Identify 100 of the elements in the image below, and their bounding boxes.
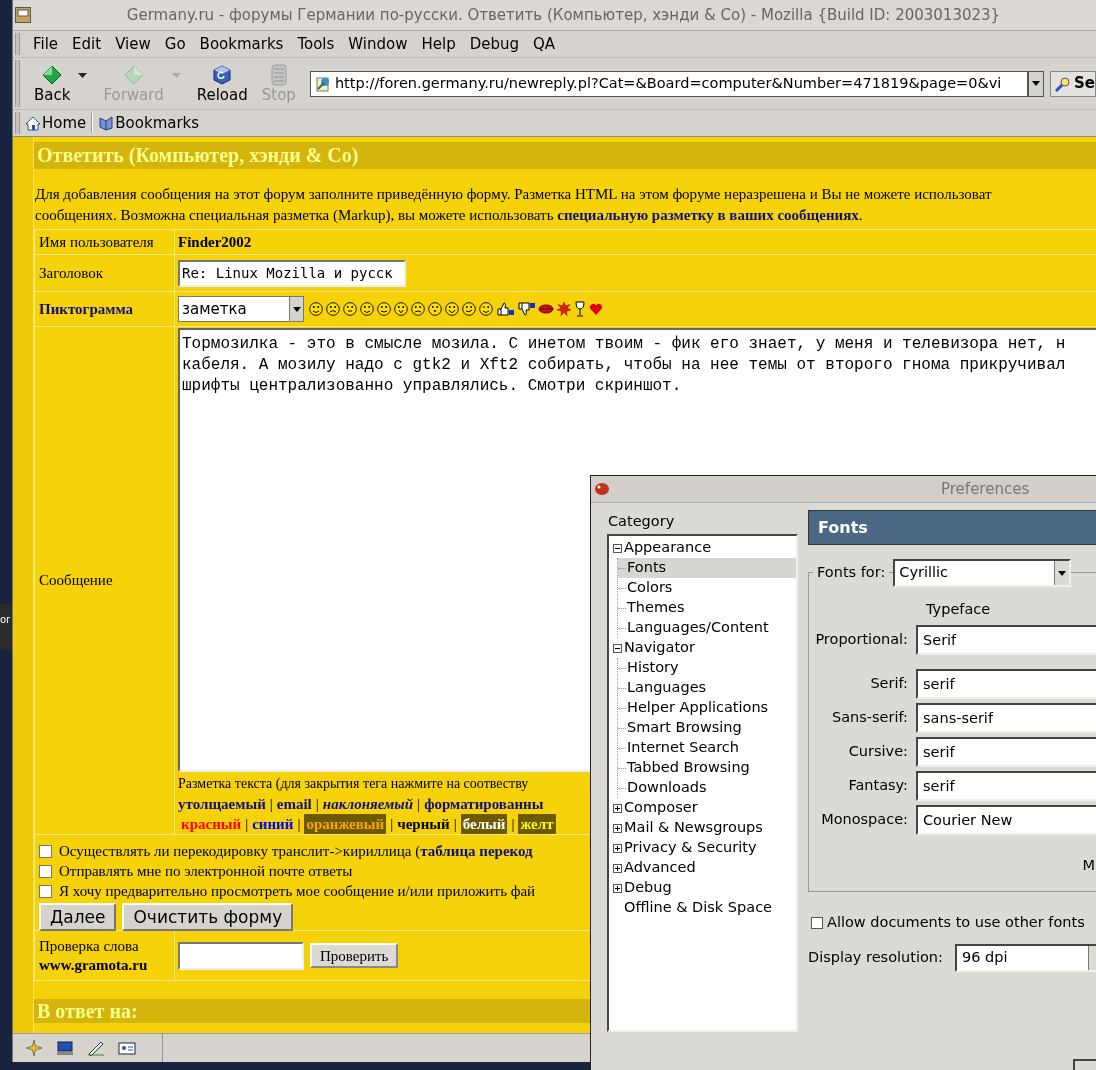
tree-item[interactable]: Navigator bbox=[609, 638, 796, 658]
resolution-select[interactable]: 96 dpi bbox=[955, 943, 1096, 972]
toolbar-grip[interactable] bbox=[15, 33, 20, 55]
menu-item[interactable]: Edit bbox=[65, 34, 109, 54]
window-menu-icon[interactable] bbox=[15, 7, 31, 23]
menu-item[interactable]: View bbox=[108, 34, 158, 54]
menu-item[interactable]: File bbox=[26, 34, 66, 54]
conversion-table-link[interactable]: таблица перекод bbox=[420, 842, 533, 859]
expand-icon[interactable] bbox=[613, 883, 622, 893]
goblet-icon[interactable] bbox=[574, 301, 586, 317]
tree-item[interactable]: Appearance bbox=[609, 538, 796, 558]
markup-tag-link[interactable]: форматированны bbox=[424, 794, 544, 814]
tree-item[interactable]: History bbox=[618, 658, 796, 678]
smiley-icon[interactable] bbox=[377, 302, 391, 316]
field-label: Sans-serif: bbox=[831, 708, 909, 728]
menu-item[interactable]: QA bbox=[526, 34, 563, 54]
address-field[interactable]: http://foren.germany.ru/newreply.pl?Cat=&Board=computer&Number=471819&page=0&vi bbox=[309, 70, 1029, 97]
app-icon[interactable] bbox=[594, 482, 610, 496]
tree-item[interactable]: Colors bbox=[618, 578, 796, 598]
toolbar-button[interactable]: Back bbox=[27, 63, 77, 104]
dropdown-caret-icon[interactable] bbox=[78, 73, 88, 78]
word-field[interactable] bbox=[178, 941, 304, 970]
subject-field[interactable]: Re: Linux Mozilla и русск bbox=[178, 259, 406, 287]
smiley-icon[interactable] bbox=[326, 302, 340, 316]
tree-item[interactable]: Composer bbox=[609, 798, 796, 818]
tree-item[interactable]: Themes bbox=[618, 598, 796, 618]
menu-item[interactable]: Go bbox=[157, 34, 193, 54]
dialog-button[interactable] bbox=[1073, 1059, 1096, 1070]
color-tag-link[interactable]: черный bbox=[397, 814, 450, 834]
expand-icon[interactable] bbox=[613, 863, 622, 873]
computer-icon[interactable] bbox=[56, 1040, 74, 1056]
smiley-icon[interactable] bbox=[411, 302, 425, 316]
color-tag-link[interactable]: желт bbox=[520, 816, 554, 832]
tree-item[interactable]: Offline & Disk Space bbox=[609, 898, 796, 918]
tree-item[interactable]: Debug bbox=[609, 878, 796, 898]
smiley-icon[interactable] bbox=[360, 302, 374, 316]
markup-link[interactable]: специальную разметку в ваших сообщениях bbox=[557, 207, 859, 223]
menu-item[interactable]: Help bbox=[414, 34, 463, 54]
pen-icon[interactable] bbox=[87, 1040, 105, 1056]
tree-item[interactable]: Languages bbox=[618, 678, 796, 698]
expand-icon[interactable] bbox=[613, 803, 622, 813]
smiley-icon[interactable] bbox=[428, 302, 442, 316]
thumbs-down-icon[interactable] bbox=[517, 302, 535, 316]
tree-item[interactable]: Helper Applications bbox=[618, 698, 796, 718]
smiley-icon[interactable] bbox=[309, 302, 323, 316]
menu-item[interactable]: Debug bbox=[462, 34, 527, 54]
color-tag-link[interactable]: белый bbox=[462, 816, 506, 832]
toolbar-link[interactable]: Bookmarks bbox=[95, 111, 203, 135]
collapse-icon[interactable] bbox=[613, 543, 622, 553]
toolbar-grip[interactable] bbox=[15, 60, 20, 107]
toolbar-grip[interactable] bbox=[15, 112, 20, 134]
dropdown-button[interactable] bbox=[1028, 70, 1044, 97]
icon-select[interactable]: заметка bbox=[178, 296, 304, 322]
checkbox[interactable] bbox=[39, 844, 52, 858]
smiley-icon[interactable] bbox=[343, 302, 357, 316]
smiley-icon[interactable] bbox=[445, 302, 459, 316]
expand-icon[interactable] bbox=[613, 823, 622, 833]
expand-icon[interactable] bbox=[613, 843, 622, 853]
sparkle-icon[interactable] bbox=[25, 1040, 43, 1056]
font-field[interactable]: Serif bbox=[916, 625, 1096, 655]
tree-item[interactable]: Internet Search bbox=[618, 738, 796, 758]
font-field[interactable]: serif bbox=[916, 669, 1096, 699]
form-button[interactable]: Далее bbox=[39, 903, 117, 931]
collapse-icon[interactable] bbox=[613, 643, 622, 653]
markup-tag-link[interactable]: наклоняемый bbox=[322, 794, 414, 814]
starburst-icon[interactable] bbox=[557, 302, 571, 316]
thumbs-up-icon[interactable] bbox=[496, 302, 514, 316]
markup-tag-link[interactable]: утолщаемый bbox=[178, 794, 266, 814]
tree-item[interactable]: Privacy & Security bbox=[609, 838, 796, 858]
tree-item[interactable]: Mail & Newsgroups bbox=[609, 818, 796, 838]
menu-item[interactable]: Bookmarks bbox=[192, 34, 291, 54]
checkbox[interactable] bbox=[39, 884, 52, 898]
font-field[interactable]: Courier New bbox=[916, 805, 1096, 835]
check-button[interactable]: Проверить bbox=[310, 943, 399, 968]
color-tag-link[interactable]: синий bbox=[252, 814, 294, 834]
fonts-for-select[interactable]: Cyrillic bbox=[893, 559, 1072, 587]
icon-label-link[interactable]: Пиктограмма bbox=[39, 297, 134, 321]
form-button[interactable]: Очистить форму bbox=[122, 903, 294, 931]
winking-smiley-icon[interactable] bbox=[479, 302, 493, 316]
font-field[interactable]: sans-serif bbox=[916, 703, 1096, 733]
font-field[interactable]: serif bbox=[916, 737, 1096, 767]
lips-icon[interactable] bbox=[538, 303, 554, 315]
checkbox[interactable] bbox=[39, 864, 52, 878]
toolbar-link[interactable]: Home bbox=[22, 111, 90, 135]
address-card-icon[interactable] bbox=[118, 1040, 136, 1056]
smiley-icon[interactable] bbox=[462, 302, 476, 316]
tree-item[interactable]: Languages/Content bbox=[618, 618, 796, 638]
menu-item[interactable]: Tools bbox=[290, 34, 342, 54]
smiley-icon[interactable] bbox=[394, 302, 408, 316]
tree-item[interactable]: Smart Browsing bbox=[618, 718, 796, 738]
font-field[interactable]: serif bbox=[916, 771, 1096, 801]
checkbox[interactable] bbox=[811, 916, 823, 929]
menu-item[interactable]: Window bbox=[341, 34, 415, 54]
toolbar-button[interactable]: Reload bbox=[190, 63, 254, 104]
tree-item[interactable]: Advanced bbox=[609, 858, 796, 878]
markup-tag-link[interactable]: email bbox=[276, 794, 312, 814]
house-icon bbox=[25, 115, 41, 131]
tree-item[interactable]: Fonts bbox=[618, 558, 796, 578]
search-button[interactable]: Se bbox=[1050, 70, 1096, 97]
tree-item[interactable]: Downloads bbox=[618, 778, 796, 798]
